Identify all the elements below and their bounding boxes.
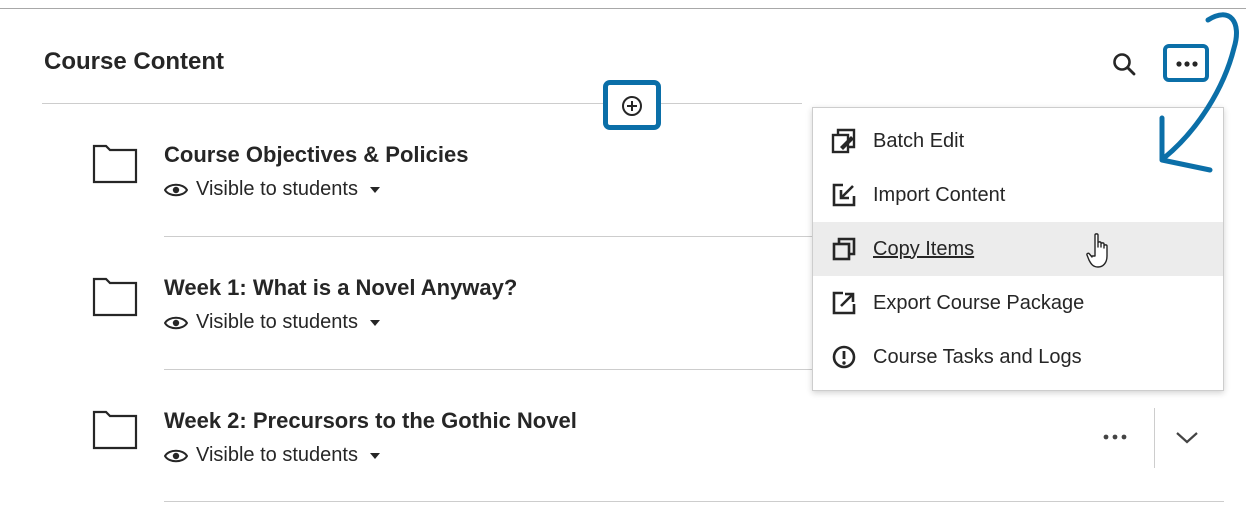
alert-icon bbox=[832, 345, 856, 369]
folder-icon bbox=[92, 144, 138, 184]
caret-down-icon bbox=[369, 186, 380, 193]
export-icon bbox=[832, 291, 856, 315]
row-divider bbox=[164, 501, 1224, 502]
header-divider bbox=[42, 103, 802, 104]
content-item-title[interactable]: Week 2: Precursors to the Gothic Novel bbox=[164, 408, 577, 434]
search-button[interactable] bbox=[1108, 48, 1142, 82]
menu-item-label: Import Content bbox=[873, 183, 1006, 206]
batch-edit-icon bbox=[831, 128, 856, 154]
add-content-icon bbox=[622, 96, 642, 116]
content-item-title[interactable]: Course Objectives & Policies bbox=[164, 142, 468, 168]
menu-item-export-course-package[interactable]: Export Course Package bbox=[813, 276, 1223, 330]
menu-item-copy-items[interactable]: Copy Items bbox=[813, 222, 1223, 276]
item-more-options-button[interactable] bbox=[1102, 433, 1128, 441]
folder-icon bbox=[92, 410, 138, 450]
page-title: Course Content bbox=[44, 48, 224, 75]
visibility-label: Visible to students bbox=[196, 178, 358, 200]
menu-item-label: Export Course Package bbox=[873, 291, 1085, 314]
search-icon bbox=[1113, 53, 1136, 76]
action-divider bbox=[1154, 408, 1155, 468]
copy-icon bbox=[832, 237, 856, 261]
caret-down-icon bbox=[369, 319, 380, 326]
import-icon bbox=[832, 183, 856, 207]
hand-cursor-icon bbox=[1086, 233, 1108, 268]
visibility-label: Visible to students bbox=[196, 311, 358, 333]
visibility-dropdown[interactable]: Visible to students bbox=[164, 444, 380, 467]
content-item[interactable]: Course Objectives & Policies Visible to … bbox=[92, 142, 812, 232]
eye-icon bbox=[164, 316, 188, 329]
content-item[interactable]: Week 2: Precursors to the Gothic Novel V… bbox=[92, 408, 812, 498]
caret-down-icon bbox=[369, 452, 380, 459]
eye-icon bbox=[164, 449, 188, 462]
add-content-button[interactable] bbox=[603, 80, 661, 130]
menu-item-label: Batch Edit bbox=[873, 129, 965, 152]
chevron-down-icon[interactable] bbox=[1174, 430, 1200, 446]
menu-item-label: Course Tasks and Logs bbox=[873, 345, 1082, 368]
menu-item-label: Copy Items bbox=[873, 237, 975, 260]
top-divider bbox=[0, 8, 1246, 9]
visibility-label: Visible to students bbox=[196, 444, 358, 466]
visibility-dropdown[interactable]: Visible to students bbox=[164, 178, 380, 201]
eye-icon bbox=[164, 183, 188, 196]
folder-icon bbox=[92, 277, 138, 317]
annotation-arrow-icon bbox=[1159, 12, 1239, 173]
content-item[interactable]: Week 1: What is a Novel Anyway? Visible … bbox=[92, 275, 812, 365]
content-item-title[interactable]: Week 1: What is a Novel Anyway? bbox=[164, 275, 517, 301]
menu-item-course-tasks-and-logs[interactable]: Course Tasks and Logs bbox=[813, 330, 1223, 384]
visibility-dropdown[interactable]: Visible to students bbox=[164, 311, 380, 334]
